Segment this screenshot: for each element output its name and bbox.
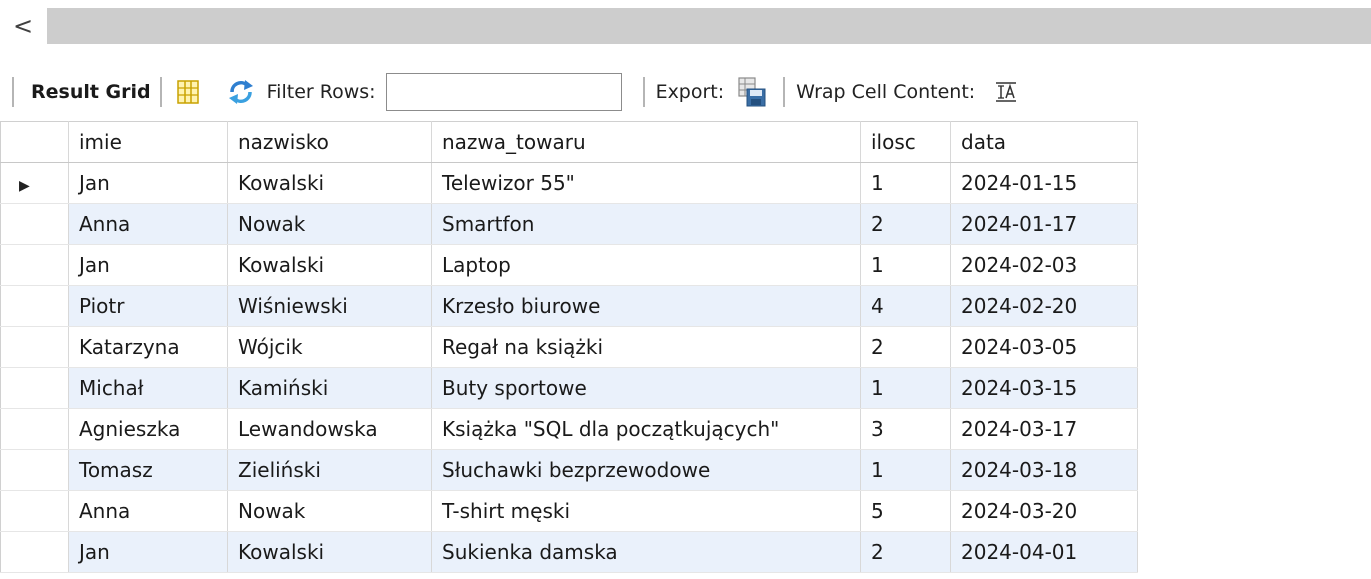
cell-ilosc[interactable]: 1 (860, 367, 951, 409)
cell-imie[interactable]: Anna (68, 490, 228, 532)
cell-nazwisko[interactable]: Nowak (227, 203, 432, 245)
cell-nazwisko[interactable]: Lewandowska (227, 408, 432, 450)
scroll-left-arrow[interactable]: < (8, 10, 38, 42)
cell-data[interactable]: 2024-04-01 (950, 531, 1138, 573)
row-selector[interactable]: ▶ (0, 162, 69, 204)
cell-ilosc[interactable]: 5 (860, 490, 951, 532)
table-row[interactable]: Agnieszka Lewandowska Książka "SQL dla poc… (0, 408, 1138, 450)
row-selector[interactable] (0, 285, 69, 327)
cell-nazwa-towaru[interactable]: Sukienka damska (431, 531, 861, 573)
cell-imie[interactable]: Anna (68, 203, 228, 245)
cell-imie[interactable]: Katarzyna (68, 326, 228, 368)
cell-ilosc[interactable]: 2 (860, 531, 951, 573)
column-header-imie[interactable]: imie (68, 121, 228, 163)
cell-nazwa-towaru[interactable]: Telewizor 55" (431, 162, 861, 204)
toolbar-divider (783, 77, 786, 107)
cell-nazwa-towaru[interactable]: Buty sportowe (431, 367, 861, 409)
cell-nazwa-towaru[interactable]: Regał na książki (431, 326, 861, 368)
cell-nazwa-towaru[interactable]: Krzesło biurowe (431, 285, 861, 327)
table-row[interactable]: Katarzyna Wójcik Regał na książki 2 2024-03-… (0, 326, 1138, 368)
table-row[interactable]: Jan Kowalski Sukienka damska 2 2024-04-01 (0, 531, 1138, 573)
toolbar-divider (159, 77, 162, 107)
table-row[interactable]: Anna Nowak T-shirt męski 5 2024-03-20 (0, 490, 1138, 532)
table-row[interactable]: ▶ Jan Kowalski Telewizor 55" 1 2024-01-15 (0, 162, 1138, 204)
cell-ilosc[interactable]: 1 (860, 162, 951, 204)
column-header-nazwa-towaru[interactable]: nazwa_towaru (431, 121, 861, 163)
row-selector[interactable] (0, 531, 69, 573)
row-header-corner (0, 121, 69, 163)
grid-icon[interactable] (176, 80, 199, 104)
filter-rows-input[interactable] (385, 73, 622, 111)
cell-ilosc[interactable]: 2 (860, 326, 951, 368)
cell-ilosc[interactable]: 2 (860, 203, 951, 245)
column-header-nazwisko[interactable]: nazwisko (227, 121, 432, 163)
cell-nazwisko[interactable]: Kowalski (227, 244, 432, 286)
header-row: imie nazwisko nazwa_towaru ilosc data (0, 121, 1138, 163)
cell-nazwisko[interactable]: Zieliński (227, 449, 432, 491)
cell-data[interactable]: 2024-01-17 (950, 203, 1138, 245)
row-selector[interactable] (0, 490, 69, 532)
cell-ilosc[interactable]: 1 (860, 244, 951, 286)
horizontal-scrollbar[interactable]: < (0, 0, 1371, 50)
row-selector[interactable] (0, 244, 69, 286)
cell-data[interactable]: 2024-03-17 (950, 408, 1138, 450)
wrap-cell-icon[interactable] (995, 81, 1017, 103)
row-selector[interactable] (0, 203, 69, 245)
cell-nazwisko[interactable]: Wiśniewski (227, 285, 432, 327)
cell-data[interactable]: 2024-03-05 (950, 326, 1138, 368)
cell-nazwa-towaru[interactable]: Słuchawki bezprzewodowe (431, 449, 861, 491)
cell-data[interactable]: 2024-02-03 (950, 244, 1138, 286)
column-header-ilosc[interactable]: ilosc (860, 121, 951, 163)
toolbar-divider (642, 77, 645, 107)
cell-ilosc[interactable]: 1 (860, 449, 951, 491)
table-row[interactable]: Michał Kamiński Buty sportowe 1 2024-03-15 (0, 367, 1138, 409)
cell-ilosc[interactable]: 4 (860, 285, 951, 327)
export-label: Export: (655, 81, 725, 103)
cell-data[interactable]: 2024-01-15 (950, 162, 1138, 204)
cell-nazwa-towaru[interactable]: T-shirt męski (431, 490, 861, 532)
cell-ilosc[interactable]: 3 (860, 408, 951, 450)
export-icon[interactable] (738, 77, 766, 107)
cell-imie[interactable]: Piotr (68, 285, 228, 327)
cell-imie[interactable]: Tomasz (68, 449, 228, 491)
cell-data[interactable]: 2024-03-15 (950, 367, 1138, 409)
table-row[interactable]: Anna Nowak Smartfon 2 2024-01-17 (0, 203, 1138, 245)
cell-nazwisko[interactable]: Wójcik (227, 326, 432, 368)
cell-data[interactable]: 2024-02-20 (950, 285, 1138, 327)
toolbar-divider (12, 77, 14, 107)
result-grid-tab[interactable]: Result Grid (31, 81, 151, 103)
cell-data[interactable]: 2024-03-20 (950, 490, 1138, 532)
row-selector[interactable] (0, 408, 69, 450)
table-row[interactable]: Piotr Wiśniewski Krzesło biurowe 4 2024-02-2… (0, 285, 1138, 327)
result-toolbar: Result Grid Filter Rows: Export: Wrap Ce… (0, 66, 1371, 118)
cell-imie[interactable]: Jan (68, 244, 228, 286)
row-selector[interactable] (0, 367, 69, 409)
refresh-icon[interactable] (227, 79, 255, 105)
row-pointer-icon: ▶ (19, 178, 30, 194)
cell-imie[interactable]: Agnieszka (68, 408, 228, 450)
cell-imie[interactable]: Michał (68, 367, 228, 409)
row-selector[interactable] (0, 449, 69, 491)
wrap-cell-content-label: Wrap Cell Content: (796, 81, 976, 103)
cell-nazwisko[interactable]: Nowak (227, 490, 432, 532)
table-row[interactable]: Tomasz Zieliński Słuchawki bezprzewodowe 1 2… (0, 449, 1138, 491)
table-row[interactable]: Jan Kowalski Laptop 1 2024-02-03 (0, 244, 1138, 286)
cell-nazwisko[interactable]: Kamiński (227, 367, 432, 409)
filter-rows-label: Filter Rows: (266, 81, 376, 103)
cell-imie[interactable]: Jan (68, 531, 228, 573)
cell-nazwa-towaru[interactable]: Laptop (431, 244, 861, 286)
cell-nazwa-towaru[interactable]: Książka "SQL dla początkujących" (431, 408, 861, 450)
row-selector[interactable] (0, 326, 69, 368)
scrollbar-track[interactable] (47, 8, 1371, 44)
cell-data[interactable]: 2024-03-18 (950, 449, 1138, 491)
cell-imie[interactable]: Jan (68, 162, 228, 204)
column-header-data[interactable]: data (950, 121, 1138, 163)
cell-nazwisko[interactable]: Kowalski (227, 531, 432, 573)
cell-nazwisko[interactable]: Kowalski (227, 162, 432, 204)
cell-nazwa-towaru[interactable]: Smartfon (431, 203, 861, 245)
result-grid-table: imie nazwisko nazwa_towaru ilosc data ▶ J… (0, 121, 1138, 573)
